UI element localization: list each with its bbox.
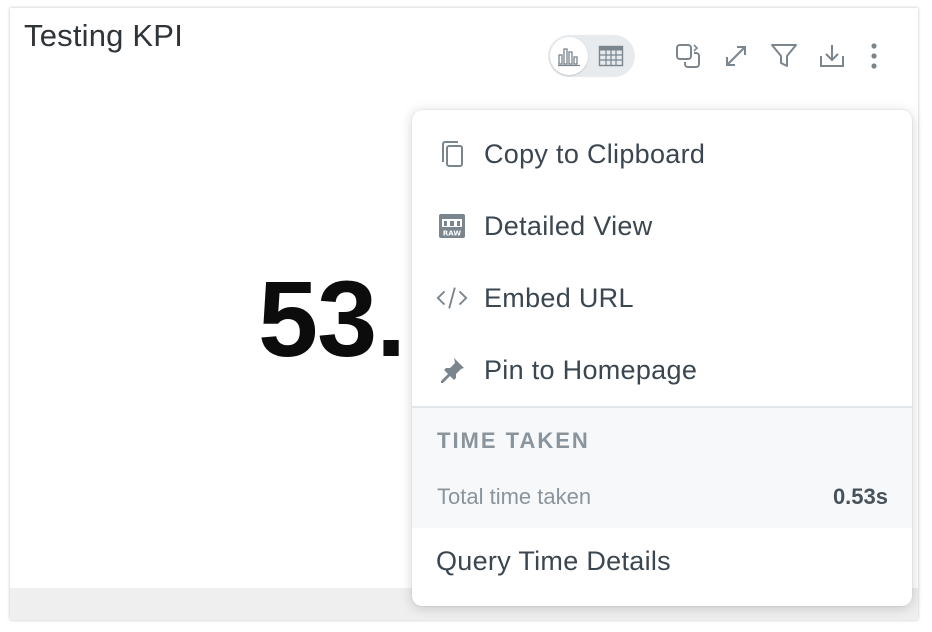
table-icon (598, 45, 624, 67)
filter-icon (771, 44, 797, 67)
duplicate-button[interactable] (672, 40, 704, 72)
menu-item-detailed-view[interactable]: RAW Detailed View (412, 190, 912, 262)
query-time-details-link[interactable]: Query Time Details (436, 546, 671, 577)
download-button[interactable] (816, 40, 848, 72)
time-taken-heading: TIME TAKEN (437, 428, 590, 453)
raw-data-icon: RAW (436, 210, 468, 242)
card-title: Testing KPI (24, 18, 184, 53)
code-icon (436, 282, 468, 314)
menu-item-label: Detailed View (484, 210, 653, 241)
svg-text:RAW: RAW (443, 230, 461, 238)
copy-icon (436, 138, 468, 170)
more-options-menu: Copy to Clipboard RAW Detailed View Embe… (412, 110, 912, 606)
time-taken-section: TIME TAKEN Total time taken 0.53s (412, 406, 912, 528)
bar-chart-icon (558, 48, 580, 67)
total-time-value: 0.53s (832, 484, 888, 509)
total-time-label: Total time taken (437, 484, 592, 509)
pin-icon (436, 354, 468, 386)
duplicate-icon (676, 44, 700, 68)
menu-item-copy-to-clipboard[interactable]: Copy to Clipboard (412, 118, 912, 190)
expand-icon (726, 46, 746, 66)
table-view-option[interactable] (598, 44, 624, 68)
download-icon (820, 45, 844, 67)
kpi-value: 53. (258, 258, 406, 379)
view-toggle[interactable] (548, 35, 635, 77)
filter-button[interactable] (768, 40, 800, 72)
more-options-button[interactable] (858, 40, 890, 72)
expand-button[interactable] (720, 40, 752, 72)
more-vertical-icon (871, 43, 877, 69)
menu-item-label: Pin to Homepage (484, 354, 698, 385)
menu-item-label: Embed URL (484, 282, 634, 313)
menu-item-pin-to-homepage[interactable]: Pin to Homepage (412, 334, 912, 406)
chart-view-option[interactable] (550, 37, 588, 75)
menu-item-label: Copy to Clipboard (484, 138, 706, 169)
menu-item-embed-url[interactable]: Embed URL (412, 262, 912, 334)
